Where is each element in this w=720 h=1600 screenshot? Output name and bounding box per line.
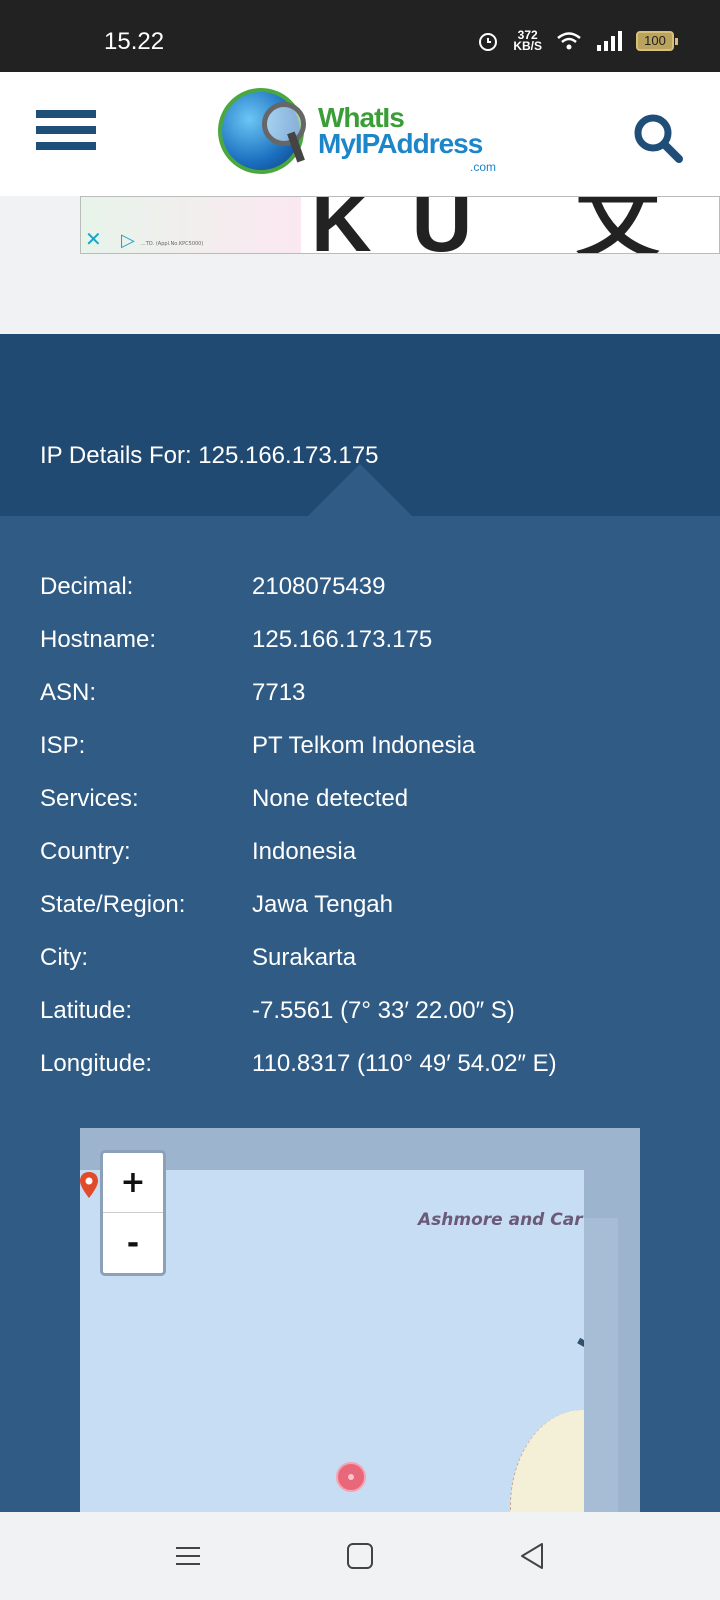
detail-label: ISP:	[40, 731, 86, 759]
back-icon[interactable]	[516, 1540, 548, 1572]
battery-icon: 100	[636, 31, 678, 51]
map-place-label: Ashmore and Car	[418, 1210, 583, 1230]
detail-value: Surakarta	[252, 943, 357, 971]
detail-row-services: Services: None detected	[40, 772, 680, 825]
map-tile-edge	[584, 1218, 618, 1512]
ip-details-header: IP Details For: 125.166.173.175	[0, 334, 720, 516]
network-speed: 372 KB/S	[513, 29, 542, 53]
detail-row-latitude: Latitude: -7.5561 (7° 33′ 22.00″ S)	[40, 984, 680, 1037]
detail-label: Services:	[40, 784, 139, 812]
location-map[interactable]: Ashmore and Car + -	[80, 1128, 640, 1512]
detail-row-country: Country: Indonesia	[40, 825, 680, 878]
alarm-icon	[479, 33, 498, 51]
detail-row-city: City: Surakarta	[40, 931, 680, 984]
map-island	[577, 1337, 584, 1349]
site-logo[interactable]: WhatIs MyIPAddress .com	[218, 84, 508, 184]
location-marker-icon[interactable]	[336, 1462, 366, 1492]
status-time: 15.22	[104, 28, 165, 55]
detail-value: PT Telkom Indonesia	[252, 731, 476, 759]
wifi-icon	[557, 32, 581, 50]
detail-label: Country:	[40, 837, 131, 865]
system-nav-bar	[0, 1512, 720, 1600]
site-header: WhatIs MyIPAddress .com	[0, 72, 720, 196]
detail-label: ASN:	[40, 678, 97, 706]
hamburger-menu-icon[interactable]	[36, 110, 96, 158]
detail-value: 2108075439	[252, 572, 386, 600]
zoom-out-button[interactable]: -	[103, 1213, 163, 1273]
header-notch	[308, 464, 412, 516]
detail-row-decimal: Decimal: 2108075439	[40, 560, 680, 613]
detail-row-isp: ISP: PT Telkom Indonesia	[40, 719, 680, 772]
ad-choices-icon[interactable]: ▷	[121, 230, 135, 251]
detail-row-state: State/Region: Jawa Tengah	[40, 878, 680, 931]
detail-value: Indonesia	[252, 837, 357, 865]
detail-value: -7.5561 (7° 33′ 22.00″ S)	[252, 996, 515, 1024]
signal-icon	[597, 31, 622, 51]
status-icons: 372 KB/S 100	[477, 29, 678, 53]
map-zoom-control: + -	[100, 1150, 166, 1276]
detail-value: Jawa Tengah	[252, 890, 393, 918]
detail-label: State/Region:	[40, 890, 186, 918]
map-landmass	[510, 1410, 584, 1512]
detail-value: 110.8317 (110° 49′ 54.02″ E)	[252, 1049, 557, 1077]
map-pin-icon[interactable]	[80, 1172, 98, 1198]
logo-text-com: .com	[470, 160, 497, 174]
detail-row-longitude: Longitude: 110.8317 (110° 49′ 54.02″ E)	[40, 1037, 680, 1090]
detail-value: 125.166.173.175	[252, 625, 433, 653]
ad-headline: KU 文 日	[311, 196, 700, 254]
detail-label: Hostname:	[40, 625, 157, 653]
globe-icon	[218, 88, 306, 174]
zoom-in-button[interactable]: +	[103, 1153, 163, 1213]
status-bar: 15.22 372 KB/S 100	[0, 0, 720, 72]
detail-label: Decimal:	[40, 572, 134, 600]
detail-value: 7713	[252, 678, 306, 706]
ad-area: KU 文 日 ✕ ▷ ...TD. (Appl.No.KPC5000)	[0, 196, 720, 334]
detail-label: City:	[40, 943, 88, 971]
detail-row-asn: ASN: 7713	[40, 666, 680, 719]
logo-text-myipaddress: MyIPAddress	[318, 128, 483, 159]
ip-details-table: Decimal: 2108075439 Hostname: 125.166.173.…	[40, 560, 680, 1090]
detail-label: Latitude:	[40, 996, 133, 1024]
ad-small-print: ...TD. (Appl.No.KPC5000)	[141, 241, 204, 247]
search-icon[interactable]	[632, 112, 684, 164]
home-icon[interactable]	[344, 1540, 376, 1572]
recent-apps-icon[interactable]	[172, 1540, 204, 1572]
speed-unit: KB/S	[513, 39, 542, 53]
detail-label: Longitude:	[40, 1049, 153, 1077]
ad-close-icon[interactable]: ✕	[85, 227, 102, 251]
ad-banner[interactable]: KU 文 日 ✕ ▷ ...TD. (Appl.No.KPC5000)	[80, 196, 720, 254]
detail-row-hostname: Hostname: 125.166.173.175	[40, 613, 680, 666]
detail-value: None detected	[252, 784, 409, 812]
